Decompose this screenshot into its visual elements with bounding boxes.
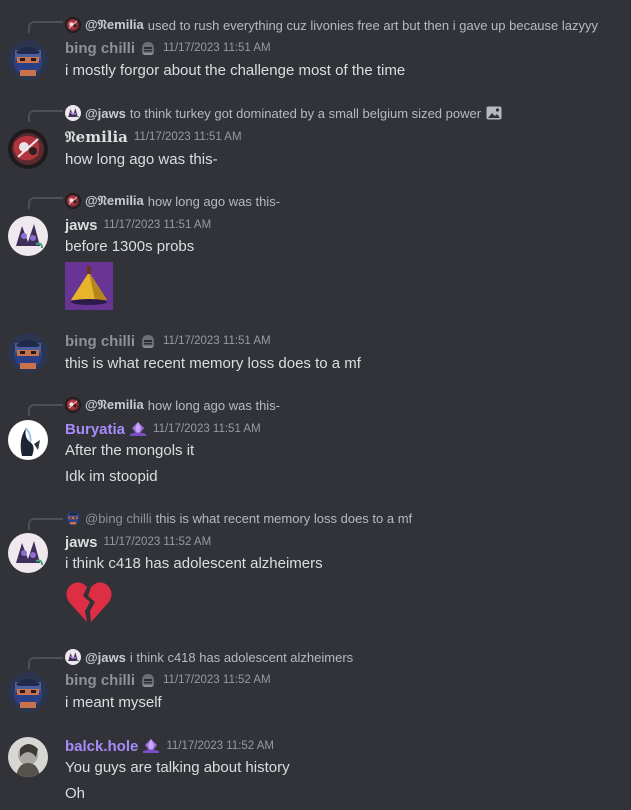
reply-text: i think c418 has adolescent alzheimers (129, 649, 354, 665)
attachment-image[interactable] (65, 262, 113, 310)
reply-author[interactable]: @𝔑emilia (85, 193, 144, 209)
message-text: i mostly forgor about the challenge most… (65, 62, 406, 79)
timestamp: 11/17/2023 11:51 AM (163, 335, 271, 347)
message-text: Idk im stoopid (65, 468, 158, 485)
avatar[interactable] (8, 533, 48, 573)
reply-spine (28, 197, 63, 209)
broken-heart-emoji[interactable] (65, 580, 113, 624)
avatar[interactable] (8, 737, 48, 777)
message-text: before 1300s probs (65, 238, 195, 255)
message-header: bing chilli 11/17/2023 11:51 AM (65, 38, 271, 58)
username[interactable]: jaws (65, 534, 98, 551)
message-text: You guys are talking about history (65, 759, 290, 776)
avatar[interactable] (8, 40, 48, 80)
message-header: bing chilli 11/17/2023 11:52 AM (65, 670, 271, 690)
reply-text: how long ago was this- (147, 397, 281, 413)
reply-spine (28, 21, 63, 33)
helmet-badge-icon (142, 42, 154, 55)
avatar[interactable] (8, 672, 48, 712)
avatar[interactable] (8, 420, 48, 460)
message-header: Buryatia 11/17/2023 11:51 AM (65, 419, 261, 439)
username[interactable]: Buryatia (65, 421, 125, 438)
timestamp: 11/17/2023 11:51 AM (163, 42, 271, 54)
crystal-badge-icon (143, 739, 160, 753)
reply-preview[interactable]: @𝔑emilia how long ago was this- (65, 397, 280, 413)
reply-spine (28, 518, 63, 530)
message-text: i meant myself (65, 694, 162, 711)
image-icon (486, 106, 502, 120)
reply-spine (28, 657, 63, 669)
reply-avatar (65, 105, 81, 121)
message-text: i think c418 has adolescent alzheimers (65, 555, 323, 572)
username[interactable]: bing chilli (65, 672, 135, 689)
reply-preview[interactable]: @𝔑emilia how long ago was this- (65, 193, 280, 209)
reply-spine (28, 404, 63, 416)
username[interactable]: bing chilli (65, 40, 135, 57)
message-header: balck.hole 11/17/2023 11:52 AM (65, 736, 274, 756)
reply-preview[interactable]: @jaws to think turkey got dominated by a… (65, 105, 502, 121)
username[interactable]: 𝔑emilia (65, 128, 128, 146)
timestamp: 11/17/2023 11:52 AM (163, 674, 271, 686)
reply-author[interactable]: @bing chilli (85, 511, 152, 526)
message-header: jaws 11/17/2023 11:52 AM (65, 532, 211, 552)
reply-avatar (65, 510, 81, 526)
avatar[interactable] (8, 216, 48, 256)
timestamp: 11/17/2023 11:51 AM (133, 131, 242, 143)
avatar[interactable] (8, 129, 48, 169)
helmet-badge-icon (142, 674, 154, 687)
reply-author[interactable]: @𝔑emilia (85, 17, 144, 33)
timestamp: 11/17/2023 11:52 AM (166, 740, 274, 752)
reply-text: this is what recent memory loss does to … (155, 510, 413, 526)
reply-author[interactable]: @jaws (85, 106, 126, 121)
reply-spine (28, 110, 63, 122)
message-text: Oh (65, 785, 86, 802)
reply-preview[interactable]: @jaws i think c418 has adolescent alzhei… (65, 649, 353, 665)
avatar[interactable] (8, 333, 48, 373)
reply-text: to think turkey got dominated by a small… (129, 105, 482, 121)
timestamp: 11/17/2023 11:51 AM (103, 219, 212, 231)
reply-preview[interactable]: @𝔑emilia used to rush everything cuz liv… (65, 17, 598, 33)
username[interactable]: balck.hole (65, 738, 138, 755)
timestamp: 11/17/2023 11:52 AM (103, 536, 212, 548)
helmet-badge-icon (142, 335, 154, 348)
message-header: jaws 11/17/2023 11:51 AM (65, 215, 211, 235)
reply-avatar (65, 397, 81, 413)
message-header: 𝔑emilia 11/17/2023 11:51 AM (65, 127, 242, 147)
reply-avatar (65, 193, 81, 209)
message-header: bing chilli 11/17/2023 11:51 AM (65, 331, 271, 351)
reply-text: how long ago was this- (147, 193, 281, 209)
reply-text: used to rush everything cuz livonies fre… (147, 17, 598, 33)
username[interactable]: jaws (65, 217, 98, 234)
timestamp: 11/17/2023 11:51 AM (153, 423, 261, 435)
reply-avatar (65, 649, 81, 665)
message-text: this is what recent memory loss does to … (65, 355, 361, 372)
crystal-badge-icon (130, 422, 147, 436)
reply-author[interactable]: @𝔑emilia (85, 397, 144, 413)
reply-avatar (65, 17, 81, 33)
reply-preview[interactable]: @bing chilli this is what recent memory … (65, 510, 412, 526)
message-text: After the mongols it (65, 442, 195, 459)
reply-author[interactable]: @jaws (85, 650, 126, 665)
username[interactable]: bing chilli (65, 333, 135, 350)
message-text: how long ago was this- (65, 151, 218, 168)
